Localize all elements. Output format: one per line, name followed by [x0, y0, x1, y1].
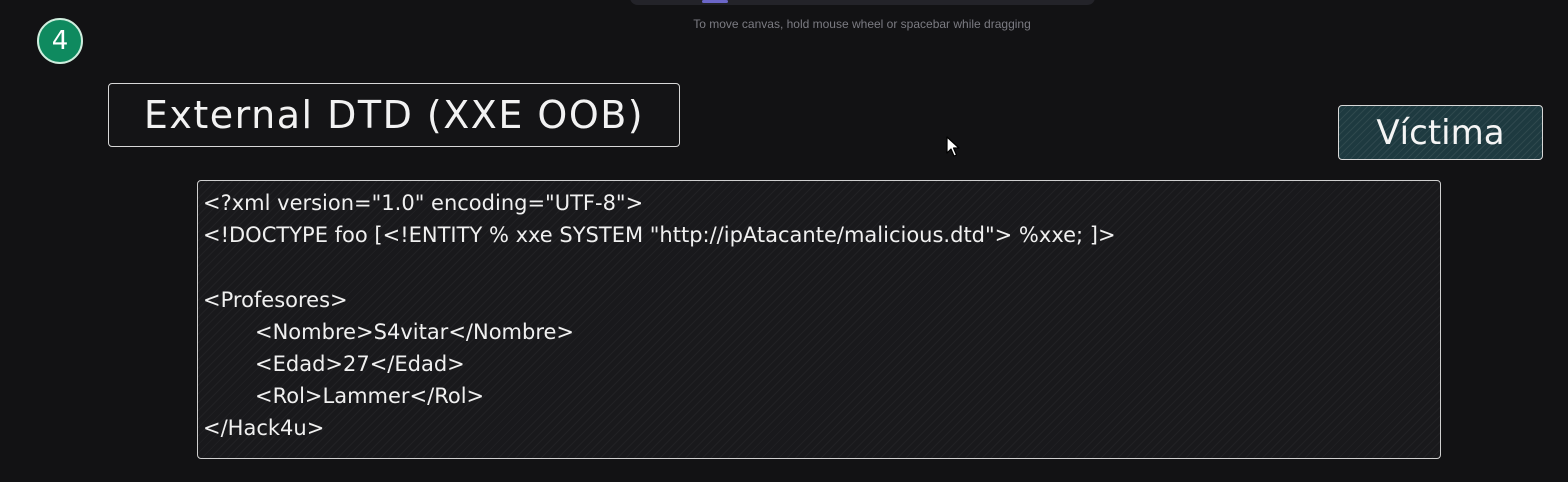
code-block[interactable]: <?xml version="1.0" encoding="UTF-8"> <!…: [197, 180, 1441, 459]
whiteboard-canvas[interactable]: To move canvas, hold mouse wheel or spac…: [0, 0, 1568, 482]
toolbar-active-indicator: [702, 0, 728, 3]
code-line-doctype: <!DOCTYPE foo [<!ENTITY % xxe SYSTEM "ht…: [203, 223, 1116, 248]
code-line-edad: <Edad>27</Edad>: [255, 351, 465, 376]
mouse-pointer-icon: [946, 136, 960, 157]
code-line-rol: <Rol>Lammer</Rol>: [255, 384, 485, 409]
canvas-hint: To move canvas, hold mouse wheel or spac…: [693, 17, 1031, 31]
step-number-badge[interactable]: 4: [37, 18, 83, 64]
title-box[interactable]: External DTD (XXE OOB): [108, 83, 680, 147]
code-line-xml-declaration: <?xml version="1.0" encoding="UTF-8">: [203, 191, 644, 215]
code-line-profesores-open: <Profesores>: [203, 287, 348, 312]
top-toolbar[interactable]: [630, 0, 1095, 5]
code-line-closing-tag: </Hack4u>: [203, 416, 325, 441]
victim-box[interactable]: Víctima: [1338, 105, 1543, 160]
code-line-nombre: <Nombre>S4vitar</Nombre>: [255, 319, 575, 344]
